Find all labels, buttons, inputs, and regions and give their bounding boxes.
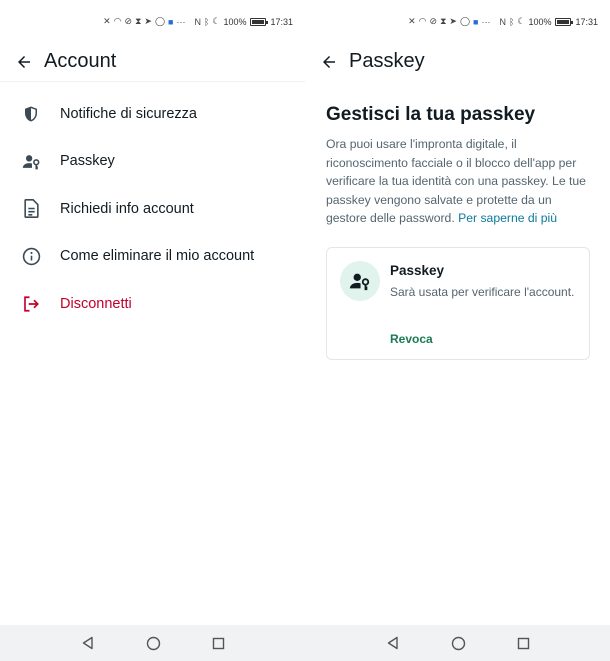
recents-square-icon[interactable] bbox=[210, 635, 226, 651]
system-navigation-bar bbox=[0, 625, 610, 661]
menu-item-security-notifications[interactable]: Notifiche di sicurezza bbox=[0, 90, 305, 138]
passkey-card-title: Passkey bbox=[390, 263, 445, 278]
home-circle-icon[interactable] bbox=[450, 635, 466, 651]
status-bar: ✕ ◠ ⊘ ⧗ ➤ ◯ ■ ··· N ᛒ ☾ 100% 17:31 bbox=[0, 0, 305, 42]
back-arrow-icon[interactable] bbox=[12, 50, 36, 74]
menu-item-label: Richiedi info account bbox=[60, 200, 194, 217]
menu-item-label: Passkey bbox=[60, 153, 115, 170]
passkey-app-bar: Passkey bbox=[305, 42, 610, 82]
nfc-icon: N bbox=[499, 16, 506, 27]
whatsapp-icon: ◯ bbox=[459, 16, 471, 26]
moon-icon: ☾ bbox=[517, 16, 526, 26]
battery-percent: 100% bbox=[528, 16, 552, 27]
back-triangle-icon[interactable] bbox=[385, 635, 401, 651]
recents-square-icon[interactable] bbox=[515, 635, 531, 651]
account-app-bar: Account bbox=[0, 42, 305, 82]
person-key-icon bbox=[0, 152, 60, 171]
telegram-icon: ➤ bbox=[144, 16, 152, 26]
clock: 17:31 bbox=[575, 16, 598, 27]
clock: 17:31 bbox=[270, 16, 293, 27]
app-icon: ■ bbox=[168, 16, 174, 27]
passkey-description: Ora puoi usare l'impronta digitale, il r… bbox=[326, 135, 594, 228]
back-arrow-icon[interactable] bbox=[317, 50, 341, 74]
menu-item-label: Notifiche di sicurezza bbox=[60, 105, 197, 122]
menu-item-logout[interactable]: Disconnetti bbox=[0, 280, 305, 328]
menu-item-label: Disconnetti bbox=[60, 295, 132, 312]
hourglass-icon: ⧗ bbox=[440, 16, 447, 26]
shield-icon bbox=[0, 105, 60, 123]
account-menu: Notifiche di sicurezza Passkey Richiedi … bbox=[0, 90, 305, 328]
document-icon bbox=[0, 199, 60, 219]
signal-off-icon: ⊘ bbox=[124, 16, 133, 26]
passkey-card: Passkey Sarà usata per verificare l'acco… bbox=[326, 247, 590, 360]
passkey-intro: Gestisci la tua passkey Ora puoi usare l… bbox=[326, 104, 594, 228]
status-bar: ✕ ◠ ⊘ ⧗ ➤ ◯ ■ ··· N ᛒ ☾ 100% 17:31 bbox=[305, 0, 610, 42]
status-icons: ✕ ◠ ⊘ ⧗ ➤ ◯ ■ ··· N ᛒ ☾ 100% 17:31 bbox=[408, 16, 598, 27]
page-title: Passkey bbox=[349, 50, 425, 72]
home-circle-icon[interactable] bbox=[145, 635, 161, 651]
passkey-heading: Gestisci la tua passkey bbox=[326, 104, 536, 125]
passkey-card-description: Sarà usata per verificare l'account. bbox=[390, 285, 575, 299]
passkey-screen: ✕ ◠ ⊘ ⧗ ➤ ◯ ■ ··· N ᛒ ☾ 100% 17:31 Passk… bbox=[305, 0, 610, 625]
whatsapp-icon: ◯ bbox=[154, 16, 166, 26]
menu-item-label: Come eliminare il mio account bbox=[60, 248, 255, 265]
person-key-icon bbox=[340, 261, 380, 301]
more-dots-icon: ··· bbox=[481, 16, 491, 27]
moon-icon: ☾ bbox=[212, 16, 221, 26]
more-dots-icon: ··· bbox=[176, 16, 186, 27]
learn-more-link[interactable]: Per saperne di più bbox=[458, 211, 557, 225]
revoke-button[interactable]: Revoca bbox=[390, 332, 433, 346]
battery-percent: 100% bbox=[223, 16, 247, 27]
wifi-icon: ◠ bbox=[418, 16, 427, 26]
bluetooth-icon: ᛒ bbox=[203, 16, 210, 27]
menu-item-passkey[interactable]: Passkey bbox=[0, 138, 305, 186]
page-title: Account bbox=[44, 50, 117, 72]
app-icon: ■ bbox=[473, 16, 479, 27]
account-screen: ✕ ◠ ⊘ ⧗ ➤ ◯ ■ ··· N ᛒ ☾ 100% 17:31 Accou… bbox=[0, 0, 305, 625]
mute-icon: ✕ bbox=[408, 16, 416, 26]
status-icons: ✕ ◠ ⊘ ⧗ ➤ ◯ ■ ··· N ᛒ ☾ 100% 17:31 bbox=[103, 16, 293, 27]
battery-icon bbox=[250, 17, 269, 26]
wifi-icon: ◠ bbox=[113, 16, 122, 26]
mute-icon: ✕ bbox=[103, 16, 111, 26]
hourglass-icon: ⧗ bbox=[135, 16, 142, 26]
telegram-icon: ➤ bbox=[449, 16, 457, 26]
info-icon bbox=[0, 247, 60, 266]
back-triangle-icon[interactable] bbox=[80, 635, 96, 651]
bluetooth-icon: ᛒ bbox=[508, 16, 515, 27]
logout-icon bbox=[0, 295, 60, 313]
signal-off-icon: ⊘ bbox=[429, 16, 438, 26]
menu-item-request-info[interactable]: Richiedi info account bbox=[0, 185, 305, 233]
menu-item-delete-account[interactable]: Come eliminare il mio account bbox=[0, 233, 305, 281]
nfc-icon: N bbox=[194, 16, 201, 27]
battery-icon bbox=[555, 17, 574, 26]
